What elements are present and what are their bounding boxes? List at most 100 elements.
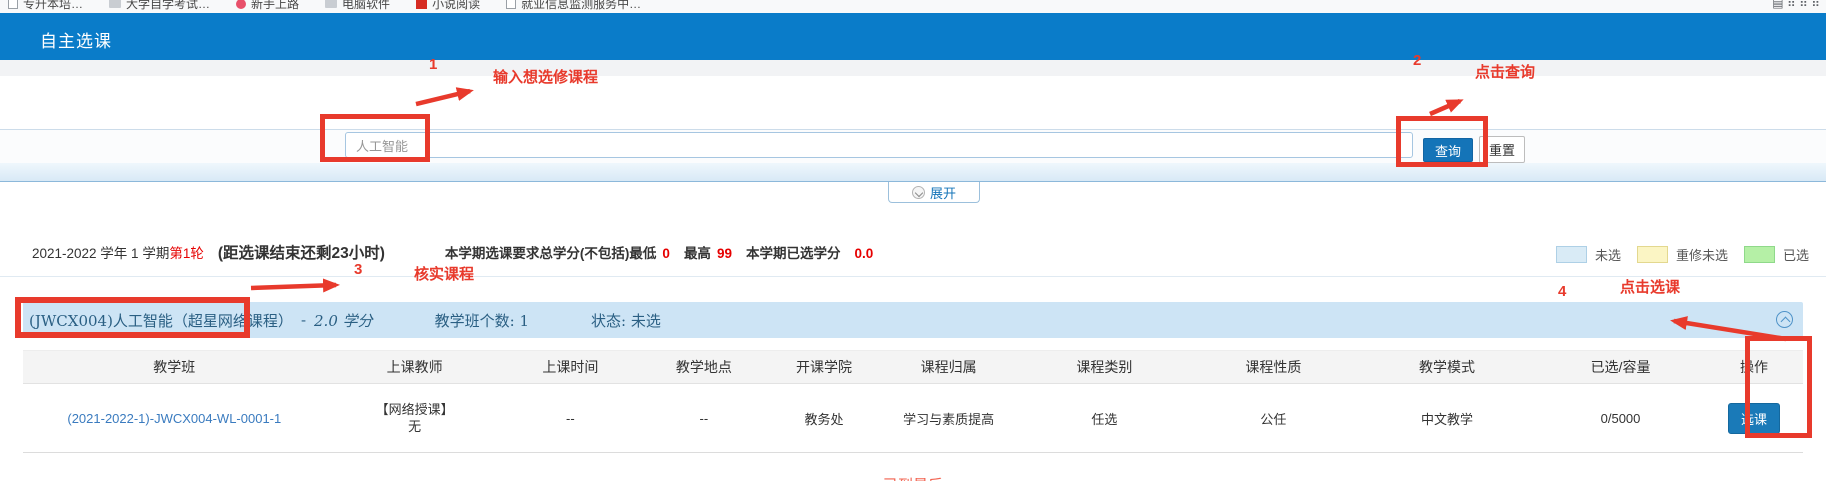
step2-text: 点击查询 <box>1475 61 1535 82</box>
legend-item-selected: 已选 <box>1744 245 1809 264</box>
col-header-time: 上课时间 <box>504 351 638 384</box>
chevron-down-circle-icon <box>912 186 925 199</box>
red-dot-icon <box>236 0 246 9</box>
col-header-class: 教学班 <box>23 351 326 384</box>
capacity-cell: 0/5000 <box>1536 384 1705 453</box>
course-group-header[interactable]: (JWCX004)人工智能（超星网络课程） - 2.0 学分 教学班个数: 1 … <box>23 302 1803 338</box>
course-belong-cell: 学习与素质提高 <box>877 384 1019 453</box>
folder-icon <box>325 0 337 8</box>
table-header-row: 教学班 上课教师 上课时间 教学地点 开课学院 课程归属 课程类别 课程性质 教… <box>23 351 1803 384</box>
col-header-capacity: 已选/容量 <box>1536 351 1705 384</box>
teaching-class-link[interactable]: (2021-2022-1)-JWCX004-WL-0001-1 <box>67 411 281 426</box>
selected-swatch <box>1744 246 1775 263</box>
col-header-category: 课程类别 <box>1020 351 1189 384</box>
bookmark-label: 就业信息监测服务中… <box>521 0 641 12</box>
folder-icon <box>109 0 121 8</box>
end-of-list-text: 已到最后 <box>0 474 1826 481</box>
step3-text: 核实课程 <box>414 263 474 284</box>
col-header-college: 开课学院 <box>771 351 878 384</box>
query-button[interactable]: 查询 <box>1423 138 1473 162</box>
red-square-icon <box>416 0 427 9</box>
legend-label: 重修未选 <box>1676 245 1728 264</box>
bookmark-item[interactable]: 大学自学考试… <box>109 0 210 12</box>
reset-button[interactable]: 重置 <box>1479 136 1525 163</box>
teacher-tag: 【网络授课】 <box>326 401 504 418</box>
college-cell: 教务处 <box>771 384 878 453</box>
credit-max-value: 99 <box>717 246 732 261</box>
bookmark-label: 专升本培… <box>23 0 83 12</box>
col-header-place: 教学地点 <box>637 351 771 384</box>
filters-collapsed-bar <box>0 163 1826 182</box>
class-name-cell: (2021-2022-1)-JWCX004-WL-0001-1 <box>23 384 326 453</box>
credit-min-value: 0 <box>662 246 670 261</box>
location-cell: -- <box>637 384 771 453</box>
col-header-teacher: 上课教师 <box>326 351 504 384</box>
page-icon <box>506 0 516 9</box>
course-nature-cell: 公任 <box>1189 384 1358 453</box>
expand-label: 展开 <box>930 183 956 202</box>
arrow-step1 <box>416 91 470 104</box>
bookmark-label: 大学自学考试… <box>126 0 210 12</box>
browser-bookmarks-bar: 专升本培… 大学自学考试… 新手上路 电脑软件 小说阅读 就业信息监测服务中… … <box>0 0 1826 13</box>
class-time-cell: -- <box>504 384 638 453</box>
bookmark-label: 新手上路 <box>251 0 299 12</box>
bookmark-item[interactable]: 小说阅读 <box>416 0 480 12</box>
bookmark-item[interactable]: 新手上路 <box>236 0 299 12</box>
action-cell: 选课 <box>1705 384 1803 453</box>
section-divider <box>0 276 1826 277</box>
expand-filters-toggle[interactable]: 展开 <box>888 182 980 203</box>
step1-text: 输入想选修课程 <box>493 66 598 87</box>
col-header-belong: 课程归属 <box>877 351 1019 384</box>
col-header-mode: 教学模式 <box>1358 351 1536 384</box>
course-title: (JWCX004)人工智能（超星网络课程） <box>29 310 293 331</box>
col-header-action: 操作 <box>1705 351 1803 384</box>
course-keyword-input[interactable] <box>345 132 1413 158</box>
select-course-button[interactable]: 选课 <box>1728 403 1780 434</box>
selected-credit-value: 0.0 <box>854 246 873 261</box>
teacher-name: 无 <box>326 418 504 435</box>
unselected-swatch <box>1556 246 1587 263</box>
semester-info-bar: 2021-2022 学年 1 学期第1轮 (距选课结束还剩23小时) 本学期选课… <box>32 241 873 263</box>
app-header: 自主选课 <box>0 13 1826 60</box>
chevron-up-circle-icon[interactable] <box>1776 311 1793 328</box>
semester-text: 2021-2022 学年 1 学期 <box>32 242 169 262</box>
bookmark-item[interactable]: 电脑软件 <box>325 0 390 12</box>
retake-swatch <box>1637 246 1668 263</box>
teaching-mode-cell: 中文教学 <box>1358 384 1536 453</box>
legend-label: 已选 <box>1783 245 1809 264</box>
bookmark-item[interactable]: 就业信息监测服务中… <box>506 0 641 12</box>
credit-req-label: 本学期选课要求总学分(不包括)最低 <box>445 242 657 262</box>
course-selection-page: 专升本培… 大学自学考试… 新手上路 电脑软件 小说阅读 就业信息监测服务中… … <box>0 0 1826 481</box>
course-status: 状态: 未选 <box>591 310 661 331</box>
step2-number: 2 <box>1413 52 1421 69</box>
bookmark-label: 电脑软件 <box>342 0 390 12</box>
bookmark-label: 小说阅读 <box>432 0 480 12</box>
teaching-class-table: 教学班 上课教师 上课时间 教学地点 开课学院 课程归属 课程类别 课程性质 教… <box>23 350 1803 453</box>
page-icon <box>8 0 18 9</box>
round-text: 第1轮 <box>169 242 204 262</box>
arrow-step3 <box>251 285 336 288</box>
table-bottom-border <box>23 452 1803 453</box>
status-legend: 未选 重修未选 已选 <box>1556 245 1809 264</box>
step3-number: 3 <box>354 261 362 278</box>
step1-number: 1 <box>429 56 437 73</box>
step4-text: 点击选课 <box>1620 276 1680 297</box>
selected-credit-label: 本学期已选学分 <box>746 242 841 262</box>
legend-item-retake: 重修未选 <box>1637 245 1728 264</box>
bookmark-item[interactable]: 专升本培… <box>8 0 83 12</box>
teacher-cell: 【网络授课】 无 <box>326 384 504 453</box>
course-category-cell: 任选 <box>1020 384 1189 453</box>
course-title-separator: - <box>301 311 306 329</box>
bookmarks-overflow-icons[interactable]: ▤ ⠿ ⠿ ⠿ <box>1772 0 1820 10</box>
step4-number: 4 <box>1558 283 1566 300</box>
countdown-text: (距选课结束还剩23小时) <box>218 241 385 263</box>
course-credits: 2.0 学分 <box>314 310 373 331</box>
page-title: 自主选课 <box>40 27 112 52</box>
class-count: 教学班个数: 1 <box>435 310 529 331</box>
legend-label: 未选 <box>1595 245 1621 264</box>
credit-max-label: 最高 <box>684 242 711 262</box>
arrow-step2 <box>1430 101 1460 114</box>
col-header-nature: 课程性质 <box>1189 351 1358 384</box>
header-sub-strip <box>0 60 1826 76</box>
legend-item-unselected: 未选 <box>1556 245 1621 264</box>
